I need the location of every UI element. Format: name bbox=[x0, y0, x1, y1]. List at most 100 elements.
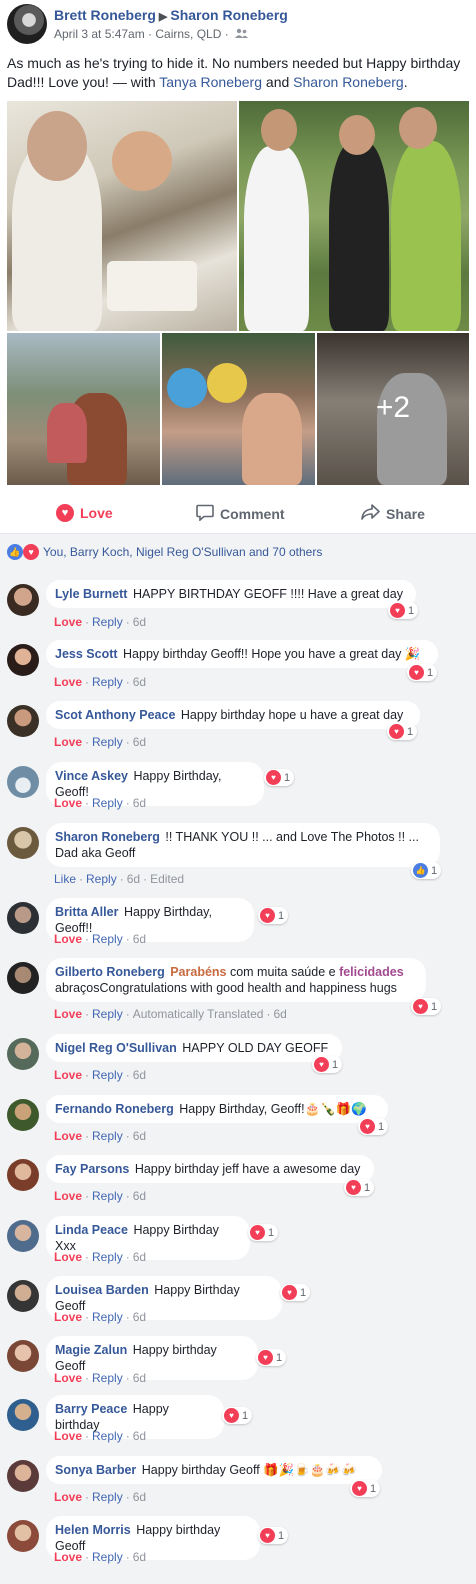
post-photo[interactable] bbox=[162, 333, 315, 485]
love-action[interactable]: Love bbox=[54, 1129, 82, 1143]
comment-author[interactable]: Linda Peace bbox=[55, 1223, 128, 1237]
commenter-avatar[interactable] bbox=[7, 1099, 39, 1131]
reply-action[interactable]: Reply bbox=[92, 1371, 123, 1385]
share-button[interactable]: Share bbox=[361, 504, 425, 523]
love-action[interactable]: Love bbox=[54, 675, 82, 689]
comment-time[interactable]: 6d bbox=[127, 872, 140, 886]
like-action[interactable]: Like bbox=[54, 872, 76, 886]
reply-action[interactable]: Reply bbox=[92, 675, 123, 689]
comment-author[interactable]: Helen Morris bbox=[55, 1523, 131, 1537]
comment-reactions[interactable]: ♥ 1 bbox=[344, 1179, 375, 1196]
commenter-avatar[interactable] bbox=[7, 644, 39, 676]
comment-author[interactable]: Lyle Burnett bbox=[55, 587, 127, 601]
comment-time[interactable]: 6d bbox=[133, 1129, 146, 1143]
reply-action[interactable]: Reply bbox=[92, 1189, 123, 1203]
reply-action[interactable]: Reply bbox=[92, 1250, 123, 1264]
commenter-avatar[interactable] bbox=[7, 962, 39, 994]
edited-label[interactable]: Edited bbox=[150, 872, 184, 886]
comment-author[interactable]: Sonya Barber bbox=[55, 1463, 136, 1477]
comment-reactions[interactable]: ♥ 1 bbox=[411, 998, 442, 1015]
comment-time[interactable]: 6d bbox=[133, 1250, 146, 1264]
commenter-avatar[interactable] bbox=[7, 827, 39, 859]
comment-time[interactable]: 6d bbox=[133, 675, 146, 689]
translated-label[interactable]: Automatically Translated bbox=[133, 1007, 264, 1021]
commenter-avatar[interactable] bbox=[7, 766, 39, 798]
post-author-link[interactable]: Brett Roneberg bbox=[54, 7, 156, 23]
reply-action[interactable]: Reply bbox=[92, 1550, 123, 1564]
commenter-avatar[interactable] bbox=[7, 1460, 39, 1492]
comment-reactions[interactable]: ♥ 1 bbox=[258, 1527, 289, 1544]
reply-action[interactable]: Reply bbox=[92, 1129, 123, 1143]
translated-highlight[interactable]: felicidades bbox=[339, 965, 404, 979]
reply-action[interactable]: Reply bbox=[92, 1007, 123, 1021]
love-action[interactable]: Love bbox=[54, 1371, 82, 1385]
comment-author[interactable]: Vince Askey bbox=[55, 769, 128, 783]
love-action[interactable]: Love bbox=[54, 1550, 82, 1564]
more-photos-tile[interactable]: +2 bbox=[317, 333, 469, 485]
comment-time[interactable]: 6d bbox=[133, 1371, 146, 1385]
reply-action[interactable]: Reply bbox=[92, 615, 123, 629]
comment-time[interactable]: 6d bbox=[133, 1068, 146, 1082]
love-action[interactable]: Love bbox=[54, 615, 82, 629]
author-avatar[interactable] bbox=[7, 4, 47, 44]
comment-author[interactable]: Nigel Reg O'Sullivan bbox=[55, 1041, 177, 1055]
post-photo[interactable] bbox=[239, 101, 469, 331]
comment-author[interactable]: Scot Anthony Peace bbox=[55, 708, 175, 722]
love-action[interactable]: Love bbox=[54, 796, 82, 810]
comment-author[interactable]: Britta Aller bbox=[55, 905, 118, 919]
tagged-user-link[interactable]: Sharon Roneberg bbox=[293, 74, 404, 90]
reply-action[interactable]: Reply bbox=[92, 1490, 123, 1504]
commenter-avatar[interactable] bbox=[7, 1038, 39, 1070]
comment-author[interactable]: Fay Parsons bbox=[55, 1162, 129, 1176]
love-action[interactable]: Love bbox=[54, 735, 82, 749]
commenter-avatar[interactable] bbox=[7, 705, 39, 737]
reply-action[interactable]: Reply bbox=[86, 872, 117, 886]
translated-highlight[interactable]: Parabéns bbox=[170, 965, 226, 979]
reply-action[interactable]: Reply bbox=[92, 1068, 123, 1082]
reactions-summary[interactable]: 👍 ♥ You, Barry Koch, Nigel Reg O'Sulliva… bbox=[7, 544, 322, 560]
comment-time[interactable]: 6d bbox=[133, 1310, 146, 1324]
comment-button[interactable]: Comment bbox=[196, 504, 476, 524]
love-action[interactable]: Love bbox=[54, 1068, 82, 1082]
comment-reactions[interactable]: ♥ 1 bbox=[312, 1056, 343, 1073]
comment-reactions[interactable]: 👍 1 bbox=[411, 862, 442, 879]
love-action[interactable]: Love bbox=[54, 1490, 82, 1504]
comment-time[interactable]: 6d bbox=[133, 1550, 146, 1564]
post-photo[interactable] bbox=[7, 333, 160, 485]
love-action[interactable]: Love bbox=[54, 1250, 82, 1264]
comment-author[interactable]: Sharon Roneberg bbox=[55, 830, 160, 844]
commenter-avatar[interactable] bbox=[7, 902, 39, 934]
love-action[interactable]: Love bbox=[54, 932, 82, 946]
comment-time[interactable]: 6d bbox=[133, 932, 146, 946]
comment-author[interactable]: Fernando Roneberg bbox=[55, 1102, 174, 1116]
love-button[interactable]: ♥ Love bbox=[56, 504, 113, 522]
reply-action[interactable]: Reply bbox=[92, 735, 123, 749]
commenter-avatar[interactable] bbox=[7, 1399, 39, 1431]
love-action[interactable]: Love bbox=[54, 1429, 82, 1443]
commenter-avatar[interactable] bbox=[7, 584, 39, 616]
comment-reactions[interactable]: ♥ 1 bbox=[256, 1349, 287, 1366]
love-action[interactable]: Love bbox=[54, 1310, 82, 1324]
post-timestamp[interactable]: April 3 at 5:47am · Cairns, QLD · bbox=[54, 27, 229, 41]
commenter-avatar[interactable] bbox=[7, 1520, 39, 1552]
comment-reactions[interactable]: ♥ 1 bbox=[222, 1407, 253, 1424]
love-action[interactable]: Love bbox=[54, 1007, 82, 1021]
comment-reactions[interactable]: ♥ 1 bbox=[407, 664, 438, 681]
reply-action[interactable]: Reply bbox=[92, 796, 123, 810]
comment-reactions[interactable]: ♥ 1 bbox=[358, 1118, 389, 1135]
comment-author[interactable]: Barry Peace bbox=[55, 1402, 127, 1416]
comment-time[interactable]: 6d bbox=[133, 615, 146, 629]
comment-time[interactable]: 6d bbox=[133, 1189, 146, 1203]
comment-author[interactable]: Magie Zalun bbox=[55, 1343, 127, 1357]
comment-time[interactable]: 6d bbox=[273, 1007, 286, 1021]
commenter-avatar[interactable] bbox=[7, 1159, 39, 1191]
comment-reactions[interactable]: ♥ 1 bbox=[264, 769, 295, 786]
commenter-avatar[interactable] bbox=[7, 1340, 39, 1372]
comment-reactions[interactable]: ♥ 1 bbox=[280, 1284, 311, 1301]
comment-time[interactable]: 6d bbox=[133, 1490, 146, 1504]
comment-time[interactable]: 6d bbox=[133, 735, 146, 749]
comment-reactions[interactable]: ♥ 1 bbox=[388, 602, 419, 619]
tagged-user-link[interactable]: Tanya Roneberg bbox=[159, 74, 262, 90]
commenter-avatar[interactable] bbox=[7, 1280, 39, 1312]
reply-action[interactable]: Reply bbox=[92, 932, 123, 946]
